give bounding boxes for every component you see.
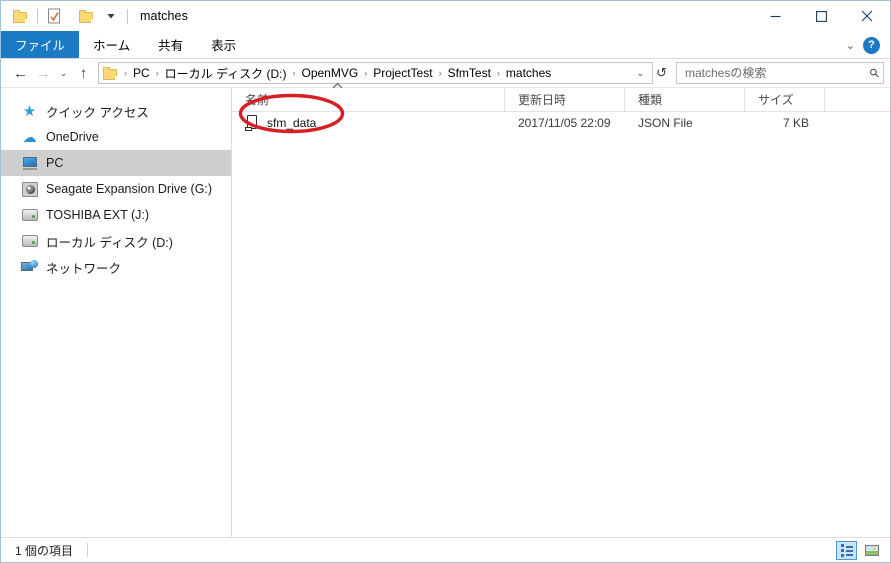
breadcrumb-dropdown-icon[interactable]: ⌄: [635, 68, 651, 79]
large-icons-view-button[interactable]: [861, 541, 882, 560]
up-button[interactable]: ↑: [72, 62, 95, 84]
star-icon: ★: [22, 102, 37, 120]
sidebar-item-label: クイック アクセス: [46, 105, 149, 120]
breadcrumb: › PC › ローカル ディスク (D:) › OpenMVG › Projec…: [103, 65, 635, 82]
breadcrumb-separator: ›: [155, 68, 159, 78]
column-header-row: 名前 更新日時 種類 サイズ: [232, 82, 890, 112]
column-header-name[interactable]: 名前: [232, 82, 505, 111]
large-icons-view-icon: [864, 545, 879, 556]
address-folder-icon: [103, 66, 119, 80]
tab-share[interactable]: 共有: [144, 31, 197, 58]
file-explorer-window: matches ファイル ホーム 共有 表示 ⌄ ? ← → ⌄ ↑ › PC …: [0, 0, 891, 563]
sidebar-item-network[interactable]: ネットワーク: [1, 254, 231, 280]
column-header-label: サイズ: [758, 93, 794, 107]
divider: [87, 543, 89, 557]
expand-ribbon-chevron-icon[interactable]: ⌄: [846, 39, 855, 52]
recent-locations-button[interactable]: ⌄: [55, 62, 72, 84]
breadcrumb-item-pc[interactable]: PC: [130, 66, 153, 80]
ribbon-tab-bar: ファイル ホーム 共有 表示 ⌄ ?: [1, 31, 890, 59]
breadcrumb-separator: ›: [124, 68, 127, 78]
table-row[interactable]: sfm_data 2017/11/05 22:09 JSON File 7 KB: [232, 112, 890, 134]
back-button[interactable]: ←: [9, 62, 32, 84]
column-header-size[interactable]: サイズ: [745, 88, 825, 111]
disk-drive-icon: [21, 233, 38, 249]
breadcrumb-item-sfmtest[interactable]: SfmTest: [445, 66, 494, 80]
maximize-button[interactable]: [798, 1, 844, 31]
refresh-button[interactable]: ↻: [653, 65, 670, 81]
properties-icon[interactable]: [42, 4, 66, 28]
window-body: ★ クイック アクセス ☁ OneDrive PC Seagate Expans…: [1, 82, 890, 537]
sidebar-item-onedrive[interactable]: ☁ OneDrive: [1, 124, 231, 150]
file-rows: sfm_data 2017/11/05 22:09 JSON File 7 KB: [232, 112, 890, 537]
divider: [127, 8, 128, 24]
sidebar-item-pc[interactable]: PC: [1, 150, 231, 176]
search-box[interactable]: ⚲: [676, 62, 884, 84]
breadcrumb-separator: ›: [292, 68, 296, 78]
title-bar: matches: [1, 1, 890, 31]
close-button[interactable]: [844, 1, 890, 31]
breadcrumb-item-matches[interactable]: matches: [503, 66, 554, 80]
sidebar-item-seagate-expansion-drive[interactable]: Seagate Expansion Drive (G:): [1, 176, 231, 202]
help-icon[interactable]: ?: [863, 36, 880, 54]
details-view-button[interactable]: [836, 541, 857, 560]
sidebar-item-label: OneDrive: [46, 130, 99, 144]
file-size-cell: 7 KB: [782, 116, 809, 130]
customize-quick-access-chevron-icon[interactable]: [99, 4, 123, 28]
computer-icon: [21, 155, 38, 171]
file-type-cell: JSON File: [638, 116, 693, 130]
json-file-icon: [245, 115, 260, 131]
network-icon: [21, 259, 38, 275]
sidebar-item-label: ネットワーク: [46, 261, 122, 276]
breadcrumb-item-local-disk[interactable]: ローカル ディスク (D:): [162, 65, 290, 82]
tab-view[interactable]: 表示: [197, 31, 250, 58]
column-header-filler: [825, 88, 890, 111]
column-header-date-modified[interactable]: 更新日時: [505, 88, 625, 111]
breadcrumb-bar[interactable]: › PC › ローカル ディスク (D:) › OpenMVG › Projec…: [98, 62, 654, 84]
search-input[interactable]: [685, 66, 871, 80]
details-view-icon: [840, 544, 853, 557]
breadcrumb-separator: ›: [364, 68, 368, 78]
folder-icon[interactable]: [9, 4, 33, 28]
disk-drive-icon: [21, 207, 38, 223]
column-header-label: 種類: [638, 93, 663, 107]
file-date-cell: 2017/11/05 22:09: [518, 116, 611, 130]
file-list-pane: 名前 更新日時 種類 サイズ sfm_data 2017/11/05 22:09…: [232, 82, 890, 537]
window-controls: [752, 1, 890, 31]
breadcrumb-item-openmvg[interactable]: OpenMVG: [299, 66, 362, 80]
minimize-button[interactable]: [752, 1, 798, 31]
sidebar-item-quick-access[interactable]: ★ クイック アクセス: [1, 98, 231, 124]
sidebar-item-toshiba-ext[interactable]: TOSHIBA EXT (J:): [1, 202, 231, 228]
view-toggle-group: [836, 538, 882, 563]
breadcrumb-separator: ›: [496, 68, 500, 78]
cloud-icon: ☁: [22, 129, 37, 145]
quick-access-toolbar: [9, 1, 132, 31]
sort-ascending-caret-icon: [332, 82, 343, 91]
sidebar-item-local-disk-d[interactable]: ローカル ディスク (D:): [1, 228, 231, 254]
sidebar-item-label: Seagate Expansion Drive (G:): [46, 182, 213, 196]
window-title: matches: [140, 9, 188, 23]
tab-file[interactable]: ファイル: [1, 31, 80, 58]
external-drive-icon: [21, 181, 38, 197]
tab-home[interactable]: ホーム: [79, 31, 144, 58]
column-header-label: 名前: [245, 93, 270, 107]
sidebar-item-label: TOSHIBA EXT (J:): [46, 208, 150, 222]
file-name-cell: sfm_data: [232, 115, 505, 131]
forward-button[interactable]: →: [32, 62, 55, 84]
navigation-pane: ★ クイック アクセス ☁ OneDrive PC Seagate Expans…: [1, 88, 232, 537]
new-folder-icon[interactable]: [75, 4, 99, 28]
breadcrumb-separator: ›: [438, 68, 442, 78]
sidebar-item-label: PC: [46, 156, 64, 170]
ribbon-right-controls: ⌄ ?: [846, 31, 886, 59]
column-header-label: 更新日時: [518, 93, 567, 107]
sidebar-item-label: ローカル ディスク (D:): [46, 235, 173, 250]
breadcrumb-item-projecttest[interactable]: ProjectTest: [370, 66, 435, 80]
divider: [37, 8, 38, 24]
address-bar: ← → ⌄ ↑ › PC › ローカル ディスク (D:) › OpenMVG …: [1, 59, 890, 88]
file-name-label: sfm_data: [267, 116, 317, 130]
column-header-type[interactable]: 種類: [625, 88, 745, 111]
item-count-label: 1 個の項目: [15, 543, 74, 558]
status-bar: 1 個の項目: [1, 537, 890, 562]
